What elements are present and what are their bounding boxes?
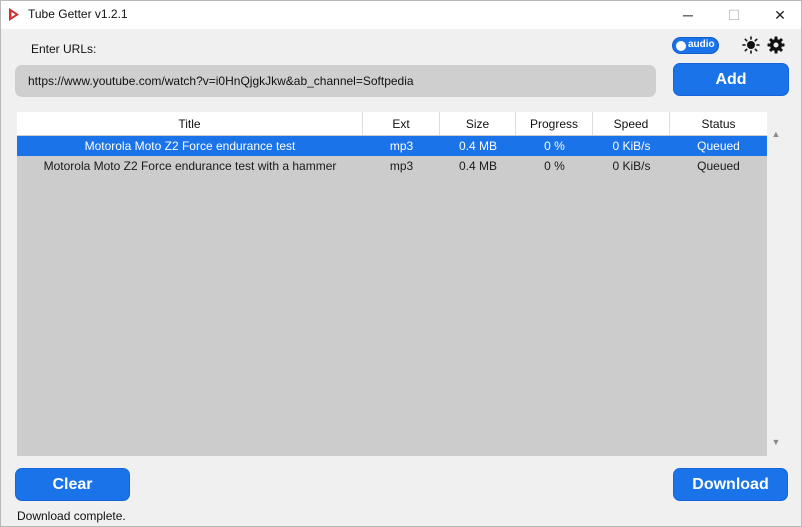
cell-ext: mp3 [389,159,414,173]
sun-icon [742,36,760,54]
column-header-status[interactable]: Status [670,112,767,135]
app-window: Tube Getter v1.2.1 ─ ☐ ✕ Enter URLs: aud… [0,0,802,527]
enter-urls-label: Enter URLs: [31,42,97,56]
scroll-down-arrow-icon[interactable]: ▼ [770,437,782,449]
cell-size: 0.4 MB [458,139,497,153]
window-title: Tube Getter v1.2.1 [28,7,128,21]
table-header: Title Ext Size Progress Speed Status [17,112,767,135]
status-message: Download complete. [17,509,126,523]
cell-title: Motorola Moto Z2 Force endurance test wi… [43,159,337,173]
gear-icon [767,36,785,54]
app-logo-icon [9,8,19,21]
download-queue-table[interactable]: Title Ext Size Progress Speed Status Mot… [17,112,767,456]
scroll-up-arrow-icon[interactable]: ▲ [770,129,782,141]
maximize-button[interactable]: ☐ [711,1,757,29]
cell-speed: 0 KiB/s [612,139,651,153]
download-button[interactable]: Download [673,468,788,501]
url-input[interactable] [15,65,656,97]
cell-status: Queued [697,139,740,153]
column-header-size[interactable]: Size [440,112,516,135]
cell-speed: 0 KiB/s [612,159,651,173]
cell-ext: mp3 [389,139,414,153]
cell-progress: 0 % [544,139,565,153]
column-header-ext[interactable]: Ext [363,112,440,135]
cell-title: Motorola Moto Z2 Force endurance test [84,139,296,153]
clear-button[interactable]: Clear [15,468,130,501]
theme-toggle-button[interactable] [741,35,761,55]
column-header-speed[interactable]: Speed [593,112,670,135]
title-bar[interactable]: Tube Getter v1.2.1 ─ ☐ ✕ [1,1,801,29]
column-header-progress[interactable]: Progress [516,112,593,135]
table-row[interactable]: Motorola Moto Z2 Force endurance test wi… [17,156,767,176]
table-row[interactable]: Motorola Moto Z2 Force endurance test mp… [17,136,767,156]
cell-status: Queued [697,159,740,173]
audio-toggle[interactable]: audio [672,37,719,54]
audio-toggle-label: audio [688,39,715,50]
cell-size: 0.4 MB [458,159,497,173]
add-button[interactable]: Add [673,63,789,96]
cell-progress: 0 % [544,159,565,173]
settings-button[interactable] [766,35,786,55]
toggle-knob [676,41,686,51]
close-button[interactable]: ✕ [757,1,802,29]
minimize-button[interactable]: ─ [665,1,711,29]
column-header-title[interactable]: Title [17,112,363,135]
